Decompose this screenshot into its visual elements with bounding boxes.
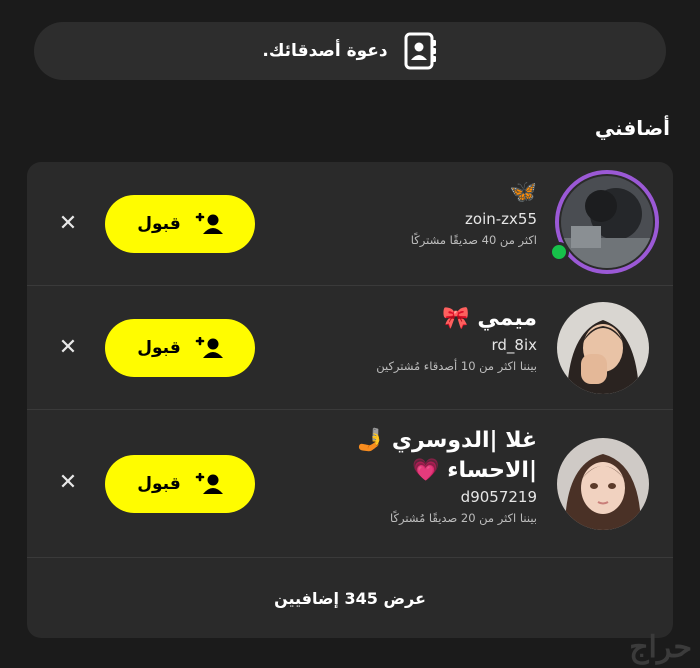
selfie-emoji: 🤳 — [356, 428, 385, 453]
accept-label: قبول — [137, 474, 181, 494]
username: d9057219 — [460, 488, 537, 506]
mutual-friends-text: اكثر من 40 صديقًا مشتركًا — [410, 233, 537, 247]
username: zoin-zx55 — [465, 210, 537, 228]
accept-button[interactable]: قبول — [105, 455, 255, 513]
avatar[interactable] — [557, 438, 649, 530]
invite-friends-button[interactable]: دعوة أصدقائك. — [34, 22, 666, 80]
accept-button[interactable]: قبول — [105, 319, 255, 377]
friend-info: ميمي 🎀 rd_8ix بيننا اكثر من 10 أصدقاء مُ… — [376, 304, 537, 376]
friend-info: 🦋 zoin-zx55 اكثر من 40 صديقًا مشتركًا — [411, 178, 537, 250]
view-more-button[interactable]: عرض 345 إضافيين — [27, 558, 673, 638]
invite-friends-label: دعوة أصدقائك. — [262, 41, 388, 61]
butterfly-emoji: 🦋 — [509, 180, 537, 205]
add-user-icon — [195, 213, 223, 234]
friend-requests-list: ✕ قبول 🦋 zoin-zx55 اكثر من 40 صديقًا مشت… — [27, 162, 673, 638]
view-more-label: عرض 345 إضافيين — [274, 588, 426, 608]
online-status-indicator — [549, 242, 569, 262]
avatar[interactable] — [557, 302, 649, 394]
mutual-friends-text: بيننا اكثر من 10 أصدقاء مُشتركين — [376, 359, 537, 373]
display-name: 🦋 — [411, 178, 537, 208]
accept-label: قبول — [137, 214, 181, 234]
add-user-icon — [195, 473, 223, 494]
dismiss-button[interactable]: ✕ — [57, 213, 79, 235]
dismiss-button[interactable]: ✕ — [57, 472, 79, 494]
section-title-added-me: أضافني — [594, 116, 670, 140]
friend-info: غلا |الدوسري 🤳 |الاحساء 💗 d9057219 بيننا… — [357, 426, 537, 528]
display-name: ميمي 🎀 — [376, 304, 537, 334]
bow-emoji: 🎀 — [442, 306, 470, 331]
heart-emoji: 💗 — [412, 458, 440, 483]
friend-request-row: ✕ قبول ميمي 🎀 rd_8ix بيننا اكثر من 10 أص… — [27, 286, 673, 410]
display-name-text: غلا |الدوسري — [391, 428, 537, 453]
add-user-icon — [195, 337, 223, 358]
display-name-line-1: غلا |الدوسري 🤳 — [357, 426, 537, 456]
display-name-line-2: |الاحساء 💗 — [357, 456, 537, 486]
accept-label: قبول — [137, 338, 181, 358]
friend-request-row: ✕ قبول 🦋 zoin-zx55 اكثر من 40 صديقًا مشت… — [27, 162, 673, 286]
display-name-text: ميمي — [477, 306, 537, 331]
avatar-image — [561, 176, 653, 268]
avatar-image — [557, 302, 649, 394]
username: rd_8ix — [491, 336, 537, 354]
mutual-friends-text: بيننا اكثر من 20 صديقًا مُشتركًا — [390, 511, 537, 525]
avatar[interactable] — [561, 176, 653, 268]
display-name-text: |الاحساء — [447, 458, 537, 483]
dismiss-button[interactable]: ✕ — [57, 337, 79, 359]
watermark: حراج — [629, 630, 692, 665]
contacts-book-icon — [404, 32, 436, 70]
avatar-image — [557, 438, 649, 530]
friend-request-row: ✕ قبول غلا |الدوسري 🤳 |الاحساء 💗 d905721… — [27, 410, 673, 558]
accept-button[interactable]: قبول — [105, 195, 255, 253]
